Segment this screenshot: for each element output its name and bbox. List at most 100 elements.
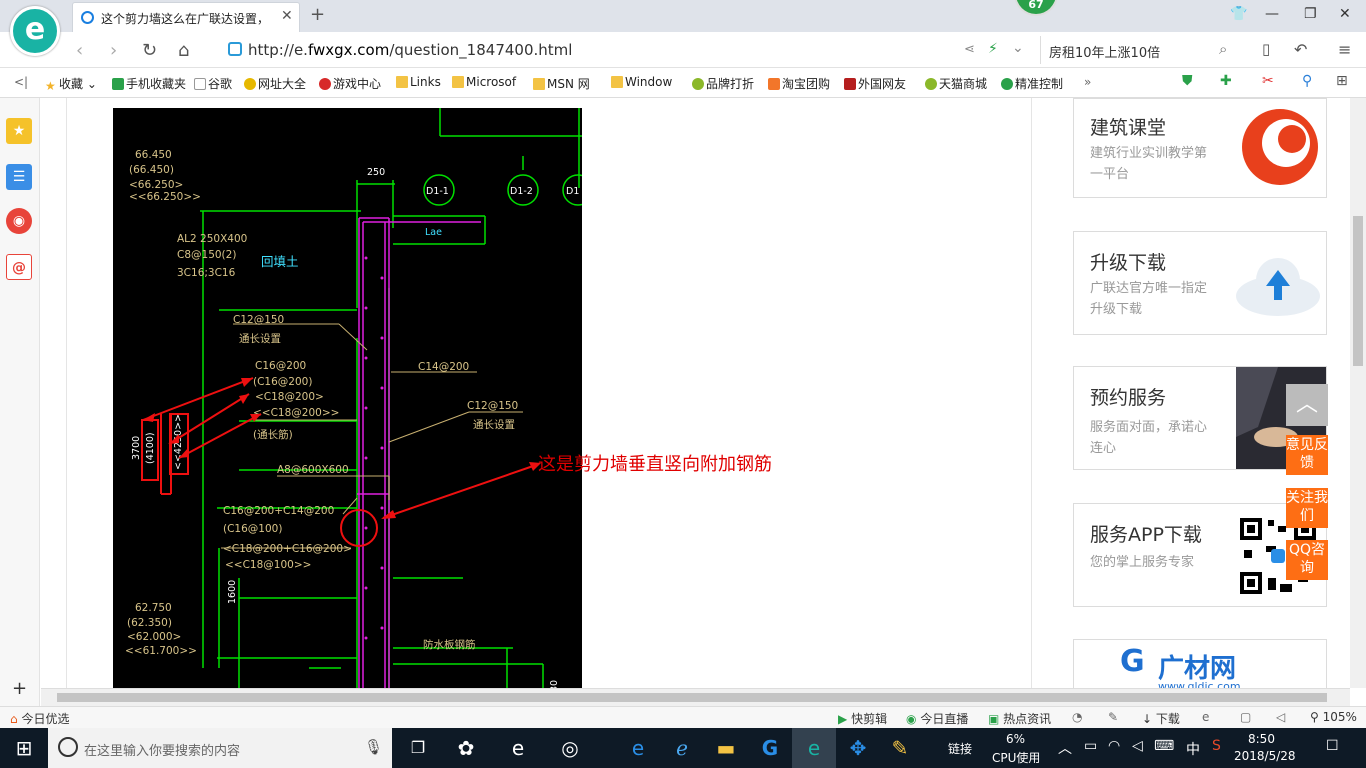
svg-text:30: 30 (549, 680, 560, 688)
bookmark-item[interactable]: Links (396, 75, 441, 89)
bookmark-item[interactable]: ★ 收藏 ⌄ (45, 75, 97, 93)
active-browser-icon[interactable]: e (792, 728, 836, 768)
lightning-icon[interactable]: ⚡ (988, 41, 998, 57)
bookmark-item[interactable]: 谷歌 (194, 75, 232, 92)
back-to-top-button[interactable]: ︿ (1286, 384, 1328, 426)
menu-icon[interactable]: ≡ (1338, 40, 1351, 59)
undo-icon[interactable]: ↶ (1294, 40, 1307, 59)
bookmark-item[interactable]: 外国网友 (844, 75, 906, 92)
side-card-course[interactable]: 建筑课堂 建筑行业实训教学第一平台 (1073, 98, 1327, 198)
ime-indicator[interactable]: 中 (1186, 739, 1200, 759)
bookmark-item[interactable]: 天猫商城 (925, 75, 987, 92)
scroll-thumb[interactable] (57, 693, 1327, 702)
bookmark-item[interactable]: 淘宝团购 (768, 75, 830, 92)
bookmark-item[interactable]: Microsof (452, 75, 516, 89)
clock-date[interactable]: 2018/5/28 (1234, 749, 1296, 763)
clock-time[interactable]: 8:50 (1248, 732, 1275, 746)
search-box[interactable]: 房租10年上涨10倍 ⌕ (1040, 36, 1244, 64)
home-icon[interactable]: ⌂ (178, 40, 189, 61)
glodon-app-icon[interactable]: G (748, 728, 792, 768)
status-download[interactable]: ↓ 下载 (1142, 710, 1180, 727)
notes-app-icon[interactable]: ✎ (878, 728, 922, 768)
restore-icon[interactable]: ❐ (1304, 6, 1317, 22)
globe-icon (244, 78, 256, 90)
vertical-scrollbar[interactable] (1350, 98, 1366, 688)
edge-legacy-icon[interactable]: e (496, 728, 540, 768)
refresh-icon[interactable]: ↻ (142, 40, 157, 61)
bookmark-item[interactable]: 精准控制 (1001, 75, 1063, 92)
new-tab-button[interactable]: + (310, 4, 325, 25)
browser-app-icon[interactable]: ◎ (548, 728, 592, 768)
reader-icon[interactable]: ☰ (6, 164, 32, 190)
notification-center-icon[interactable]: ☐ (1326, 738, 1339, 754)
windows-start-icon[interactable]: ⊞ (2, 728, 46, 768)
window-icon[interactable]: ▢ (1240, 710, 1251, 724)
address-bar[interactable]: http://e.fwxgx.com/question_1847400.html… (222, 36, 1032, 64)
add-icon[interactable]: + (12, 678, 27, 699)
minimize-icon[interactable]: — (1265, 6, 1279, 22)
task-view-icon[interactable]: ❐ (396, 728, 440, 768)
browser-tab[interactable]: 这个剪力墙这么在广联达设置，... ✕ (72, 2, 300, 32)
zoom-level[interactable]: ⚲ 105% (1310, 710, 1357, 724)
horizontal-scrollbar[interactable] (41, 688, 1350, 706)
skin-icon[interactable]: 👕 (1230, 6, 1247, 22)
ie-taskbar-icon[interactable]: ℯ (660, 728, 704, 768)
status-item[interactable]: ▣ 热点资讯 (988, 710, 1051, 727)
shield-ext-icon[interactable]: ⛊ (1182, 73, 1193, 89)
favorites-icon[interactable]: ★ (6, 118, 32, 144)
ie-mode-icon[interactable]: e (1202, 710, 1209, 724)
more-bookmarks-icon[interactable]: » (1084, 75, 1091, 89)
side-card-download[interactable]: 升级下载 广联达官方唯一指定升级下载 (1073, 231, 1327, 335)
bookmark-item[interactable]: 游戏中心 (319, 75, 381, 92)
bookmark-item[interactable]: 手机收藏夹 (112, 75, 186, 92)
microphone-icon[interactable]: 🎙 (364, 738, 383, 756)
back-icon[interactable]: ‹ (76, 40, 83, 61)
search-text[interactable]: 房租10年上涨10倍 (1049, 42, 1160, 61)
feedback-button[interactable]: 意见反馈 (1286, 435, 1328, 475)
bookmark-item[interactable]: 品牌打折 (692, 75, 754, 92)
translate-icon[interactable]: ✚ (1220, 73, 1232, 89)
tray-chevron-icon[interactable]: ︿ (1058, 738, 1072, 758)
file-explorer-icon[interactable]: ▬ (704, 728, 748, 768)
follow-button[interactable]: 关注我们 (1286, 488, 1328, 528)
share-icon[interactable]: ⋖ (964, 42, 975, 57)
taskbar-search[interactable]: 在这里输入你要搜索的内容 🎙 (48, 728, 392, 768)
weibo-icon[interactable]: ◉ (6, 208, 32, 234)
battery-icon[interactable]: ▭ (1084, 738, 1097, 754)
bookmark-item[interactable]: MSN 网 (533, 75, 590, 92)
scroll-thumb[interactable] (1353, 216, 1363, 366)
qq-consult-button[interactable]: QQ咨询 (1286, 540, 1328, 580)
forward-icon[interactable]: › (110, 40, 117, 61)
status-today-picks[interactable]: ⌂ 今日优选 (10, 710, 69, 727)
mail-icon[interactable]: @ (6, 254, 32, 280)
sogou-icon[interactable]: S (1212, 738, 1221, 754)
collapse-sidebar-icon[interactable]: <| (14, 75, 28, 89)
grid-icon[interactable]: ⊞ (1336, 73, 1348, 89)
speed-icon[interactable]: ◔ (1072, 710, 1082, 724)
scissors-icon[interactable]: ✂ (1262, 73, 1274, 89)
chevron-down-icon[interactable]: ⌄ (1012, 40, 1024, 56)
close-window-icon[interactable]: ✕ (1339, 6, 1351, 22)
keyboard-icon[interactable]: ⌨ (1154, 738, 1174, 754)
side-card-gldjc[interactable]: G 广材网 www.gldjc.com (1073, 639, 1327, 688)
close-tab-icon[interactable]: ✕ (281, 8, 293, 24)
taskbar-search-placeholder[interactable]: 在这里输入你要搜索的内容 (84, 740, 240, 759)
move-app-icon[interactable]: ✥ (836, 728, 880, 768)
mobile-icon[interactable]: ▯ (1262, 40, 1270, 58)
edge-icon[interactable]: e (616, 728, 660, 768)
url-text[interactable]: http://e.fwxgx.com/question_1847400.html (248, 41, 572, 59)
status-item[interactable]: ◉ 今日直播 (906, 710, 968, 727)
tool-icon[interactable]: ✎ (1108, 710, 1118, 724)
bookmark-item[interactable]: 网址大全 (244, 75, 306, 92)
notification-badge[interactable]: 67 (1014, 0, 1058, 16)
links-toolbar[interactable]: 链接 (948, 740, 972, 757)
wifi-icon[interactable]: ◠ (1108, 738, 1120, 754)
status-item[interactable]: ▶ 快剪辑 (838, 710, 887, 727)
speaker-icon[interactable]: ◁ (1132, 738, 1143, 754)
pinwheel-app-icon[interactable]: ✿ (444, 728, 488, 768)
volume-icon[interactable]: ◁ (1276, 710, 1285, 724)
search-icon[interactable]: ⌕ (1219, 40, 1227, 58)
browser-logo[interactable]: e (10, 6, 60, 56)
find-icon[interactable]: ⚲ (1302, 73, 1312, 89)
bookmark-item[interactable]: Window (611, 75, 672, 89)
